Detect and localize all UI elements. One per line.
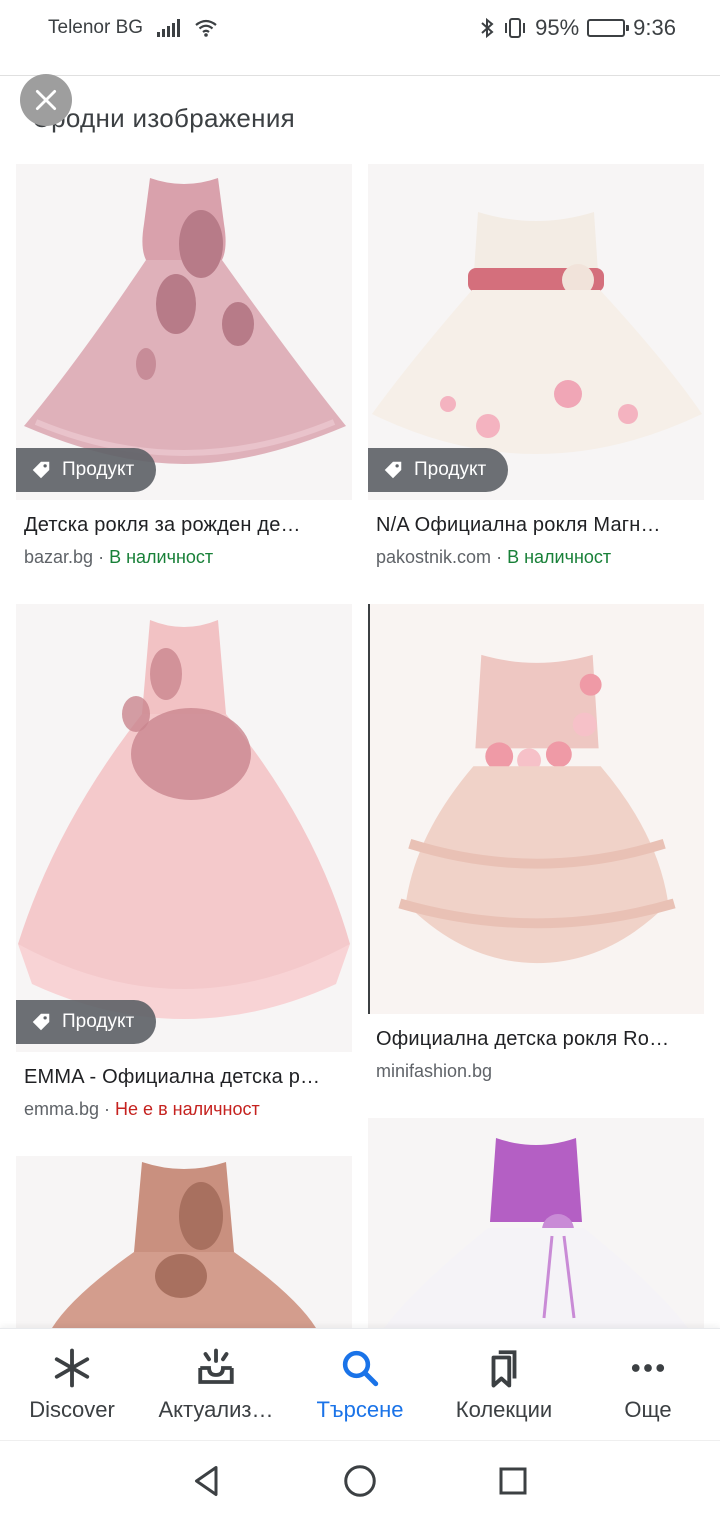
nav-discover[interactable]: Discover	[0, 1329, 144, 1440]
result-title[interactable]: EMMA - Официална детска р…	[16, 1066, 352, 1089]
product-badge: Продукт	[16, 1000, 157, 1044]
tag-icon	[384, 461, 402, 479]
result-title[interactable]: Официална детска рокля Ro…	[368, 1028, 704, 1051]
battery-percent: 95%	[535, 15, 580, 40]
dress-image	[18, 620, 350, 1019]
close-button[interactable]	[20, 74, 72, 126]
result-card[interactable]: Продукт Детска рокля за рожден де… bazar…	[16, 164, 352, 568]
product-image[interactable]: Продукт	[16, 604, 352, 1052]
bluetooth-icon	[481, 17, 494, 39]
nav-updates[interactable]: Актуализ…	[144, 1329, 288, 1440]
result-card[interactable]	[368, 1118, 704, 1328]
carrier-name: Telenor BG	[48, 17, 144, 38]
result-card[interactable]	[16, 1156, 352, 1328]
back-icon[interactable]	[189, 1463, 225, 1499]
product-badge: Продукт	[368, 448, 509, 492]
result-meta: minifashion.bg	[368, 1061, 704, 1082]
tag-icon	[32, 1013, 50, 1031]
inbox-updates-icon	[198, 1348, 234, 1384]
result-source: pakostnik.com	[376, 547, 492, 567]
product-image[interactable]	[368, 604, 704, 1014]
product-image[interactable]: Продукт	[368, 164, 704, 500]
signal-icon	[157, 19, 181, 37]
vibrate-icon	[505, 18, 526, 38]
status-bar: Telenor BG 95% 9:36	[0, 0, 720, 56]
asterisk-icon	[54, 1348, 90, 1388]
badge-label: Продукт	[62, 1011, 135, 1032]
battery-icon	[587, 19, 630, 37]
badge-label: Продукт	[414, 459, 487, 480]
divider	[0, 75, 720, 76]
section-title: Сродни изображения	[32, 103, 296, 133]
result-meta: pakostnik.com · В наличност	[368, 547, 704, 568]
more-dots-icon	[631, 1364, 665, 1372]
clock: 9:36	[633, 15, 676, 40]
result-source: emma.bg	[24, 1099, 100, 1119]
nav-label: Актуализ…	[158, 1397, 274, 1422]
close-icon	[35, 89, 57, 111]
availability-status: В наличност	[109, 547, 214, 567]
product-image[interactable]	[368, 1118, 704, 1328]
dress-image	[398, 654, 676, 964]
nav-label: Колекции	[455, 1397, 553, 1422]
result-source: bazar.bg	[24, 547, 94, 567]
badge-label: Продукт	[62, 459, 135, 480]
dress-image	[52, 1162, 316, 1328]
result-card[interactable]: Продукт EMMA - Официална детска р… emma.…	[16, 604, 352, 1120]
result-card[interactable]: Продукт N/A Официална рокля Магн… pakost…	[368, 164, 704, 568]
nav-more[interactable]: Още	[576, 1329, 720, 1440]
product-image[interactable]: Продукт	[16, 164, 352, 500]
meta-separator: ·	[99, 1099, 116, 1119]
search-icon	[342, 1350, 379, 1387]
result-source: minifashion.bg	[376, 1061, 493, 1081]
bookmarks-icon	[491, 1350, 517, 1388]
wifi-icon	[195, 19, 217, 37]
product-image[interactable]	[16, 1156, 352, 1328]
tag-icon	[32, 461, 50, 479]
bottom-navigation: Discover Актуализ… Търсене Колекции Още	[0, 1328, 720, 1440]
nav-search[interactable]: Търсене	[288, 1329, 432, 1440]
meta-separator: ·	[491, 547, 508, 567]
dress-image	[384, 1138, 688, 1328]
nav-label: Discover	[29, 1397, 115, 1422]
meta-separator: ·	[93, 547, 110, 567]
result-meta: bazar.bg · В наличност	[16, 547, 352, 568]
result-title[interactable]: N/A Официална рокля Магн…	[368, 514, 704, 537]
result-card[interactable]: Официална детска рокля Ro… minifashion.b…	[368, 604, 704, 1082]
availability-status: В наличност	[507, 547, 612, 567]
product-badge: Продукт	[16, 448, 157, 492]
nav-label: Още	[624, 1397, 672, 1422]
availability-status: Не е в наличност	[115, 1099, 260, 1119]
home-icon[interactable]	[342, 1463, 378, 1499]
nav-collections[interactable]: Колекции	[432, 1329, 576, 1440]
nav-label: Търсене	[316, 1397, 404, 1422]
result-title[interactable]: Детска рокля за рожден де…	[16, 514, 352, 537]
recents-icon[interactable]	[495, 1463, 531, 1499]
result-meta: emma.bg · Не е в наличност	[16, 1099, 352, 1120]
system-navigation	[0, 1440, 720, 1520]
